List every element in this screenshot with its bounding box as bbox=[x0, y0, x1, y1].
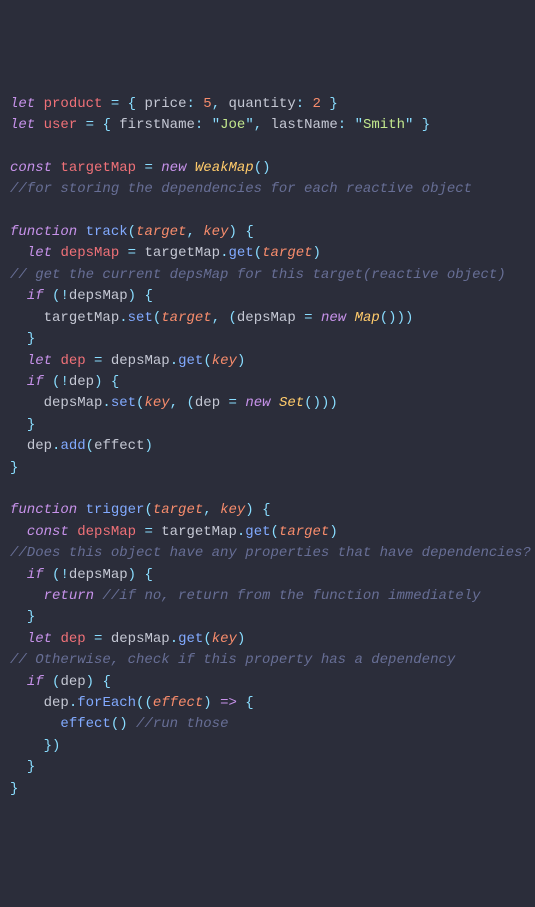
code-line: //Does this object have any properties t… bbox=[10, 545, 531, 561]
code-block: let product = { price: 5, quantity: 2 } … bbox=[10, 94, 525, 800]
code-line: const targetMap = new WeakMap() bbox=[10, 160, 271, 176]
code-line: } bbox=[10, 609, 35, 625]
code-line: } bbox=[10, 460, 18, 476]
code-line: // get the current depsMap for this targ… bbox=[10, 267, 506, 283]
code-line: if (!dep) { bbox=[10, 374, 119, 390]
code-line: let dep = depsMap.get(key) bbox=[10, 353, 245, 369]
code-line: }) bbox=[10, 738, 60, 754]
code-line: const depsMap = targetMap.get(target) bbox=[10, 524, 338, 540]
code-line: targetMap.set(target, (depsMap = new Map… bbox=[10, 310, 413, 326]
code-line: depsMap.set(key, (dep = new Set())) bbox=[10, 395, 338, 411]
code-line: if (!depsMap) { bbox=[10, 288, 153, 304]
code-line: } bbox=[10, 781, 18, 797]
code-line: let dep = depsMap.get(key) bbox=[10, 631, 245, 647]
code-line: } bbox=[10, 417, 35, 433]
code-line: } bbox=[10, 759, 35, 775]
code-line: dep.add(effect) bbox=[10, 438, 153, 454]
code-line: if (dep) { bbox=[10, 674, 111, 690]
code-line: dep.forEach((effect) => { bbox=[10, 695, 254, 711]
code-line: let product = { price: 5, quantity: 2 } bbox=[10, 96, 338, 112]
code-line: if (!depsMap) { bbox=[10, 567, 153, 583]
code-line: effect() //run those bbox=[10, 716, 228, 732]
code-line: function trigger(target, key) { bbox=[10, 502, 271, 518]
code-line: } bbox=[10, 331, 35, 347]
code-line: let depsMap = targetMap.get(target) bbox=[10, 245, 321, 261]
code-line: let user = { firstName: "Joe", lastName:… bbox=[10, 117, 430, 133]
code-line: return //if no, return from the function… bbox=[10, 588, 481, 604]
code-line: function track(target, key) { bbox=[10, 224, 254, 240]
code-line: //for storing the dependencies for each … bbox=[10, 181, 472, 197]
code-line: // Otherwise, check if this property has… bbox=[10, 652, 455, 668]
